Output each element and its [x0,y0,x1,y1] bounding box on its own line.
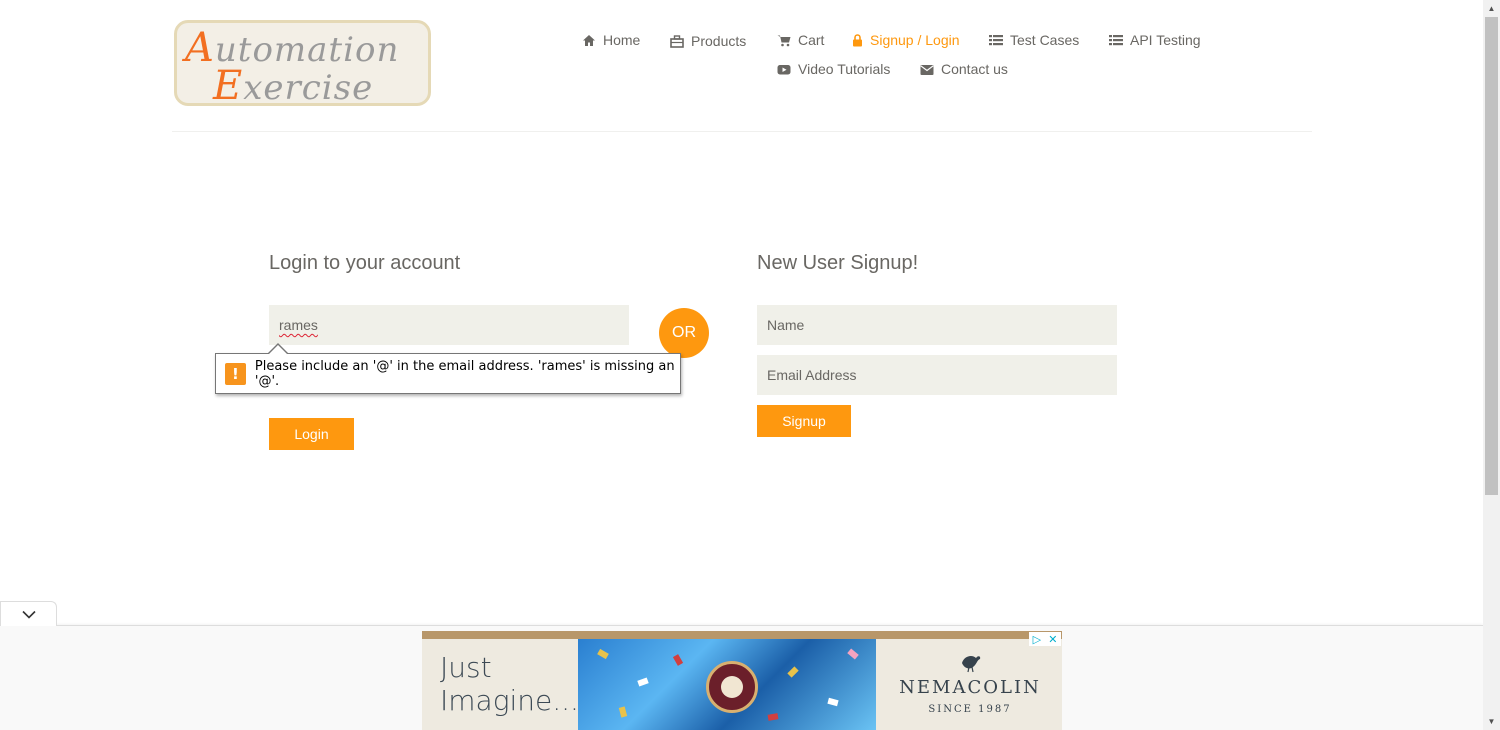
logo-line-2: Exercise [213,63,374,109]
ad-brand-since: SINCE 1987 [928,704,1012,715]
page: Automation Exercise Home Products Cart S… [0,0,1483,730]
login-email-value: rames [279,317,318,333]
ad-top-strip [422,631,1062,639]
nav-cart[interactable]: Cart [777,32,824,48]
nav-home[interactable]: Home [582,32,640,48]
ad-choices-badge[interactable]: ▷ ✕ [1029,632,1061,646]
scrollbar-thumb[interactable] [1485,17,1498,495]
ad-collapse-button[interactable] [0,601,57,626]
warning-icon: ! [225,362,246,385]
or-badge: OR [659,308,709,358]
login-email-input[interactable]: rames [269,305,629,345]
ad-tagline-line1: Just [440,651,492,684]
login-title: Login to your account [269,252,461,274]
nav-signup-login[interactable]: Signup / Login [852,32,960,48]
header-divider [172,131,1312,132]
bird-logo-icon [962,655,981,673]
close-icon[interactable]: ✕ [1048,633,1057,646]
scroll-up-arrow-icon[interactable]: ▲ [1483,0,1500,17]
nav-video-tutorials-label: Video Tutorials [798,61,891,77]
seal-logo [706,661,758,713]
validation-message: Please include an '@' in the email addre… [254,358,675,389]
nav-contact-us-label: Contact us [941,61,1008,77]
ad-banner[interactable]: Just Imagine... NEMACOLIN SINCE 1987 [422,631,1062,730]
nav-test-cases-label: Test Cases [1010,32,1080,48]
nav-api-testing[interactable]: API Testing [1109,32,1201,48]
signup-email-input[interactable]: Email Address [757,355,1117,395]
ad-image [578,639,876,730]
products-icon [670,34,684,48]
chevron-down-icon [21,610,36,619]
site-logo[interactable]: Automation Exercise [174,20,431,109]
nav-signup-login-label: Signup / Login [870,32,960,48]
list-icon [1109,34,1123,45]
nav-video-tutorials[interactable]: Video Tutorials [777,61,890,77]
login-button[interactable]: Login [269,418,354,450]
envelope-icon [920,64,934,75]
adchoices-icon[interactable]: ▷ [1033,633,1041,646]
list-icon [989,34,1003,45]
ad-brand-name: NEMACOLIN [899,677,1041,698]
cart-icon [777,35,791,46]
home-icon [583,34,595,46]
signup-button[interactable]: Signup [757,405,851,437]
nav-test-cases[interactable]: Test Cases [989,32,1079,48]
nav-contact-us[interactable]: Contact us [920,61,1008,77]
signup-name-input[interactable]: Name [757,305,1117,345]
nav-cart-label: Cart [798,32,825,48]
tooltip-arrow [268,345,288,355]
scroll-down-arrow-icon[interactable]: ▼ [1483,713,1500,730]
scrollbar[interactable]: ▲ ▼ [1483,0,1500,730]
nav-api-testing-label: API Testing [1130,32,1201,48]
ad-tagline-line2: Imagine... [440,684,579,717]
signup-title: New User Signup! [757,252,919,274]
lock-icon [853,33,862,46]
youtube-play-icon [777,64,791,74]
ad-tagline: Just Imagine... [440,651,579,717]
nav-products[interactable]: Products [670,33,746,49]
nav-home-label: Home [603,32,641,48]
validation-tooltip: ! Please include an '@' in the email add… [215,353,681,394]
ad-brand-block: NEMACOLIN SINCE 1987 [878,651,1062,715]
nav-products-label: Products [691,33,747,49]
